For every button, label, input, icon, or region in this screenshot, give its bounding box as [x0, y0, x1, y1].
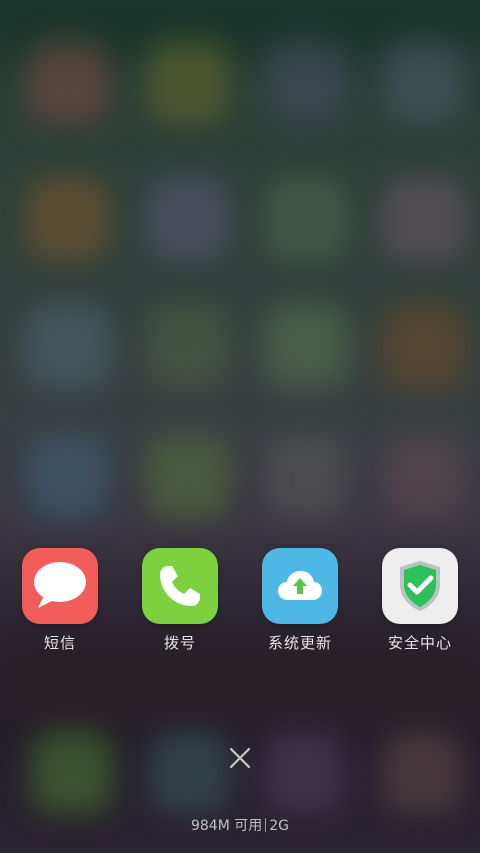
recent-app-label: 安全中心: [387, 634, 452, 652]
clear-all-button[interactable]: [224, 742, 256, 774]
blurred-wallpaper: [0, 0, 480, 853]
recent-apps-row: 短信 拨号 系统更新 安全中心: [0, 548, 480, 658]
cloud-upload-icon[interactable]: [262, 548, 338, 624]
close-icon: [229, 747, 251, 769]
phone-handset-icon[interactable]: [142, 548, 218, 624]
memory-separator: [265, 818, 267, 832]
message-bubble-icon[interactable]: [22, 548, 98, 624]
memory-total: 2G: [269, 818, 290, 834]
recent-app-label: 拨号: [163, 634, 196, 652]
recent-app-dialer[interactable]: 拨号: [120, 548, 240, 653]
recent-app-messages[interactable]: 短信: [0, 548, 120, 653]
recent-app-label: 短信: [43, 634, 76, 652]
memory-available: 984M 可用: [190, 818, 263, 834]
shield-check-icon[interactable]: [382, 548, 458, 624]
recent-apps-screen: 短信 拨号 系统更新 安全中心 984M 可用 2G: [0, 0, 480, 853]
recent-app-label: 系统更新: [267, 634, 332, 652]
memory-status: 984M 可用 2G: [0, 815, 480, 835]
recent-app-security-center[interactable]: 安全中心: [360, 548, 480, 653]
recent-app-system-update[interactable]: 系统更新: [240, 548, 360, 653]
